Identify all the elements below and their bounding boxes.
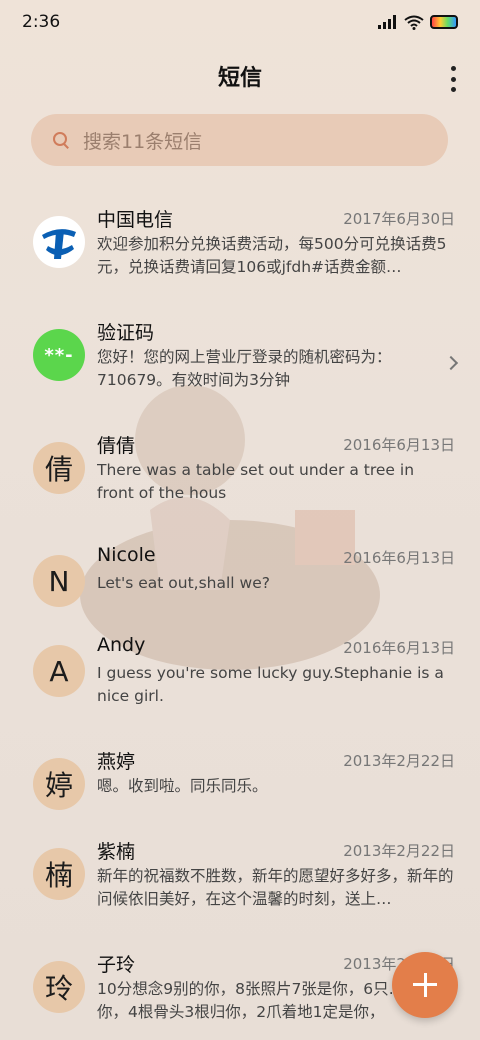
search-icon	[51, 130, 71, 150]
wifi-icon	[404, 15, 424, 30]
battery-icon	[430, 15, 458, 29]
message-item[interactable]: 婷 燕婷 2013年2月22日 嗯。收到啦。同乐同乐。	[0, 734, 480, 824]
status-icons	[378, 15, 458, 30]
avatar: N	[33, 555, 85, 607]
message-list: 中国电信 2017年6月30日 欢迎参加积分兑换话费活动，每500分可兑换话费5…	[0, 192, 480, 1040]
app-header: 短信	[0, 58, 480, 100]
contact-name: 倩倩	[97, 435, 136, 457]
avatar: 倩	[33, 442, 85, 494]
message-item[interactable]: N Nicole 2016年6月13日 Let's eat out,shall …	[0, 531, 480, 621]
search-bar[interactable]: 搜索11条短信	[31, 114, 448, 166]
avatar: 玲	[33, 961, 85, 1013]
message-preview: There was a table set out under a tree i…	[97, 461, 415, 502]
message-item[interactable]: **- 验证码 您好！您的网上营业厅登录的随机密码为：710679。有效时间为3…	[0, 305, 480, 418]
status-bar: 2:36	[0, 0, 480, 44]
page-title: 短信	[217, 66, 262, 91]
message-item[interactable]: 楠 紫楠 2013年2月22日 新年的祝福数不胜数，新年的愿望好多好多，新年的问…	[0, 824, 480, 937]
contact-name: 中国电信	[97, 209, 174, 231]
verification-code-icon: **-	[33, 329, 85, 381]
message-date: 2013年2月22日	[343, 842, 455, 860]
search-input[interactable]: 搜索11条短信	[83, 127, 202, 154]
contact-name: 子玲	[97, 954, 136, 976]
message-date: 2016年6月13日	[343, 549, 455, 567]
contact-name: Andy	[97, 634, 146, 656]
message-date: 2013年2月22日	[343, 752, 455, 770]
more-vertical-icon[interactable]	[448, 66, 458, 92]
contact-name: Nicole	[97, 544, 156, 566]
message-preview: 新年的祝福数不胜数，新年的愿望好多好多，新年的问候依旧美好，在这个温馨的时刻，送…	[97, 867, 454, 908]
avatar: 楠	[33, 848, 85, 900]
status-time: 2:36	[22, 12, 61, 32]
message-date: 2016年6月13日	[343, 639, 455, 657]
avatar: 婷	[33, 758, 85, 810]
message-preview: 欢迎参加积分兑换话费活动，每500分可兑换话费5元，兑换话费请回复106或jfd…	[97, 235, 447, 276]
message-date: 2017年6月30日	[343, 210, 455, 228]
message-item[interactable]: 中国电信 2017年6月30日 欢迎参加积分兑换话费活动，每500分可兑换话费5…	[0, 192, 480, 305]
message-preview: I guess you're some lucky guy.Stephanie …	[97, 664, 444, 705]
message-preview: 嗯。收到啦。同乐同乐。	[97, 777, 268, 795]
contact-name: 验证码	[97, 322, 155, 344]
message-preview: 您好！您的网上营业厅登录的随机密码为：710679。有效时间为3分钟	[97, 348, 392, 389]
message-item[interactable]: A Andy 2016年6月13日 I guess you're some lu…	[0, 621, 480, 734]
china-telecom-logo-icon	[33, 216, 85, 268]
contact-name: 紫楠	[97, 841, 136, 863]
message-item[interactable]: 倩 倩倩 2016年6月13日 There was a table set ou…	[0, 418, 480, 531]
contact-name: 燕婷	[97, 751, 136, 773]
new-message-button[interactable]	[392, 952, 458, 1018]
signal-icon	[378, 15, 396, 29]
message-date: 2016年6月13日	[343, 436, 455, 454]
avatar: A	[33, 645, 85, 697]
message-preview: Let's eat out,shall we?	[97, 574, 270, 592]
